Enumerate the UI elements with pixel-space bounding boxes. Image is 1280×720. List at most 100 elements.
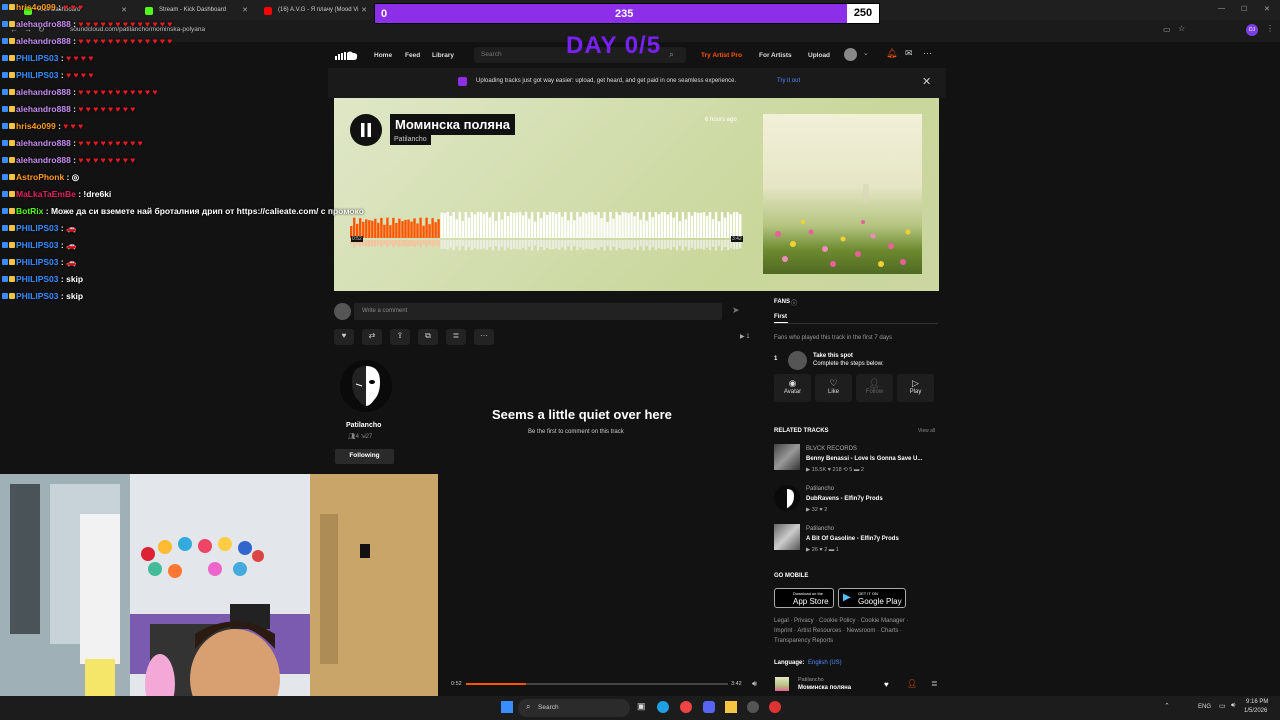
close-icon[interactable]: ✕ [361,6,367,14]
chat-username[interactable]: alehandro888 [16,19,71,29]
chevron-down-icon[interactable]: ⌄ [863,49,869,57]
player-artist[interactable]: Patilancho [798,677,824,683]
discord-icon[interactable] [703,701,715,713]
browser-tab-active[interactable]: (16) A.V.G - Я плачу (Mood Vi ✕ [256,2,371,20]
nav-feed[interactable]: Feed [405,52,420,59]
chat-username[interactable]: BotRix [16,206,43,216]
bookmark-star-icon[interactable]: ☆ [1178,24,1185,33]
volume-tray-icon[interactable]: 🔊︎ [1231,702,1235,710]
try-artist-pro-link[interactable]: Try Artist Pro [701,52,742,59]
chat-username[interactable]: alehandro888 [16,87,71,97]
like-step-button[interactable]: ♡ Like [815,374,852,402]
chat-username[interactable]: PHILIPS03 [16,257,59,267]
related-thumb[interactable] [774,485,800,511]
notifications-icon[interactable]: 🔔︎ [886,48,897,59]
send-icon[interactable]: ➤ [732,305,740,316]
clock-time[interactable]: 9:16 PM [1246,699,1268,705]
profile-avatar[interactable]: DJ [1246,24,1258,36]
chrome-icon[interactable] [680,701,692,713]
nav-home[interactable]: Home [374,52,392,59]
footer-links-3[interactable]: Transparency Reports [774,638,833,644]
player-like-icon[interactable]: ♥ [884,680,889,689]
footer-links-2[interactable]: Imprint · Artist Resources · Newsroom · … [774,628,902,634]
player-title[interactable]: Моминска поляна [798,685,851,691]
obs-icon[interactable] [747,701,759,713]
chat-username[interactable]: hris4o099 [16,2,56,12]
info-icon[interactable]: ⓘ [791,298,797,307]
player-progress-track[interactable] [466,683,728,685]
language-link[interactable]: English (US) [808,660,842,666]
taskbar-search[interactable]: ⌕ Search [518,699,630,717]
app-store-button[interactable]: Download on the App Store [774,588,834,608]
menu-dots-icon[interactable]: ⋮ [1266,24,1274,33]
close-banner-icon[interactable]: ✕ [922,75,931,88]
like-button[interactable]: ♥ [334,329,354,345]
related-title[interactable]: A Bit Of Gasoline - Elfin7y Prods [806,536,899,542]
for-artists-link[interactable]: For Artists [759,52,792,59]
cast-icon[interactable]: ▭ [1163,25,1171,34]
search-icon[interactable]: ⌕ [669,49,674,60]
user-avatar[interactable] [844,48,857,61]
language-indicator[interactable]: ENG [1198,704,1211,710]
related-thumb[interactable] [774,444,800,470]
more-button[interactable]: ··· [474,329,494,345]
messages-icon[interactable]: ✉ [905,48,913,59]
upload-link[interactable]: Upload [808,52,830,59]
chat-username[interactable]: PHILIPS03 [16,223,59,233]
chat-username[interactable]: AstroPhonk [16,172,64,182]
chat-username[interactable]: MaLkaTaEmBe [16,189,76,199]
track-artist[interactable]: Patilancho [390,134,431,145]
file-explorer-icon[interactable] [725,701,737,713]
banner-try-link[interactable]: Try it out [777,78,800,84]
artist-avatar[interactable] [340,360,392,412]
close-icon[interactable]: ✕ [242,6,248,14]
repost-button[interactable]: ⇄ [362,329,382,345]
waveform[interactable] [350,212,742,254]
chat-username[interactable]: alehandro888 [16,36,71,46]
task-view-icon[interactable]: ▣ [637,701,646,712]
copy-link-button[interactable]: ⧉ [418,329,438,345]
follow-step-button[interactable]: 👤︎ Follow [856,374,893,402]
volume-icon[interactable]: 🔊︎ [752,679,757,689]
windows-start-icon[interactable] [501,701,513,713]
view-all-link[interactable]: View all [918,428,935,434]
related-artist[interactable]: Patilancho [806,486,834,492]
chat-username[interactable]: PHILIPS03 [16,53,59,63]
tab-first[interactable]: First [774,314,787,320]
related-artist[interactable]: BLVCK RECORDS [806,446,857,452]
related-title[interactable]: DubRavens - Elfin7y Prods [806,496,883,502]
related-title[interactable]: Benny Benassi - Love Is Gonna Save U... [806,456,922,462]
add-to-playlist-button[interactable]: ≣ [446,329,466,345]
tray-chevron-icon[interactable]: ⌃ [1164,702,1170,710]
pause-button[interactable] [350,114,382,146]
related-artist[interactable]: Patilancho [806,526,834,532]
minimize-icon[interactable]: — [1218,5,1225,12]
maximize-icon[interactable]: ☐ [1241,5,1247,13]
wifi-icon[interactable]: ▭ [1219,702,1226,710]
avatar-step-button[interactable]: ◉ Avatar [774,374,811,402]
chat-username[interactable]: hris4o099 [16,121,56,131]
close-icon[interactable]: ✕ [121,6,127,14]
chat-username[interactable]: PHILIPS03 [16,240,59,250]
comment-input[interactable] [354,303,722,320]
chat-username[interactable]: alehandro888 [16,138,71,148]
soundcloud-logo-icon[interactable] [334,50,358,61]
footer-links-1[interactable]: Legal · Privacy · Cookie Policy · Cookie… [774,618,908,624]
related-thumb[interactable] [774,524,800,550]
play-step-button[interactable]: ▷ Play [897,374,934,402]
chat-username[interactable]: PHILIPS03 [16,274,59,284]
artist-name[interactable]: Patilancho [346,422,381,429]
clock-date[interactable]: 1/5/2026 [1244,708,1267,714]
queue-icon[interactable]: ≣ [931,679,938,688]
browser-tab[interactable]: Stream - Kick Dashboard ✕ [137,2,252,20]
following-button[interactable]: Following [335,449,394,464]
chat-username[interactable]: alehandro888 [16,104,71,114]
chat-username[interactable]: PHILIPS03 [16,70,59,80]
google-play-button[interactable]: ▶ GET IT ON Google Play [838,588,906,608]
more-dots-icon[interactable]: ··· [923,48,932,58]
nav-library[interactable]: Library [432,52,454,59]
share-button[interactable]: ⇪ [390,329,410,345]
window-close-icon[interactable]: ✕ [1264,5,1270,13]
chat-username[interactable]: PHILIPS03 [16,291,59,301]
follow-artist-icon[interactable]: 👤︎ [907,679,917,688]
